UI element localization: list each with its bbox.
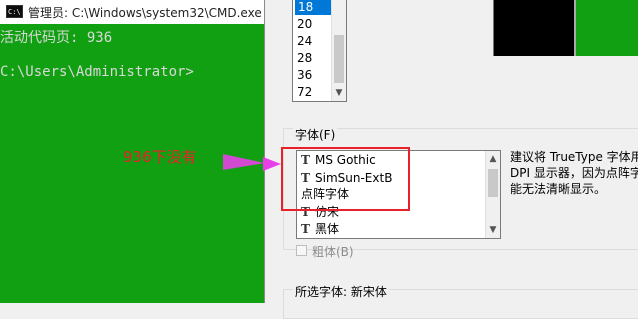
highlight-box [281, 147, 410, 211]
font-group-label: 字体(F) [293, 126, 338, 143]
preview-screen-black [494, 0, 574, 56]
font-list-scroll-thumb[interactable] [488, 169, 498, 197]
bold-checkbox[interactable] [296, 245, 307, 256]
size-item-28[interactable]: 28 [297, 50, 312, 66]
size-list-scrollbar[interactable]: ▼ [331, 0, 346, 101]
annotation-text: 936下没有 [123, 148, 197, 166]
size-item-36[interactable]: 36 [297, 67, 312, 83]
scroll-down-icon[interactable]: ▼ [332, 87, 346, 99]
font-description: 建议将 TrueType 字体用 DPI 显示器，因为点阵字 能无法清晰显示。 [510, 150, 638, 196]
cmd-output-codepage: 活动代码页: 936 [0, 30, 113, 46]
size-item-72[interactable]: 72 [297, 84, 312, 100]
cmd-window-title: 管理员: C:\Windows\system32\CMD.exe [28, 6, 262, 20]
cmd-app-icon: C:\ [6, 5, 23, 18]
size-item-20[interactable]: 20 [297, 16, 312, 32]
preview-separator [574, 0, 576, 56]
truetype-icon: T [301, 222, 310, 236]
size-list-scroll-thumb[interactable] [334, 35, 344, 83]
font-item-heiti[interactable]: T 黑体 [301, 221, 339, 238]
scroll-up-icon[interactable]: ▲ [486, 153, 500, 165]
scroll-down-icon[interactable]: ▼ [486, 224, 500, 236]
cmd-prompt[interactable]: C:\Users\Administrator> [0, 64, 194, 80]
size-item-18[interactable]: 18 [295, 0, 332, 15]
font-size-list[interactable]: 18 20 24 28 36 72 ▼ [292, 0, 347, 102]
font-item-label: 黑体 [315, 222, 340, 236]
window-preview [493, 0, 638, 56]
size-item-24[interactable]: 24 [297, 33, 312, 49]
cmd-titlebar[interactable]: C:\ 管理员: C:\Windows\system32\CMD.exe [0, 0, 264, 24]
font-list-scrollbar[interactable]: ▲ ▼ [485, 151, 500, 238]
annotation-arrow-icon [223, 154, 281, 171]
selected-font-label: 所选字体: 新宋体 [293, 283, 389, 300]
bold-checkbox-label: 粗体(B) [312, 245, 354, 259]
